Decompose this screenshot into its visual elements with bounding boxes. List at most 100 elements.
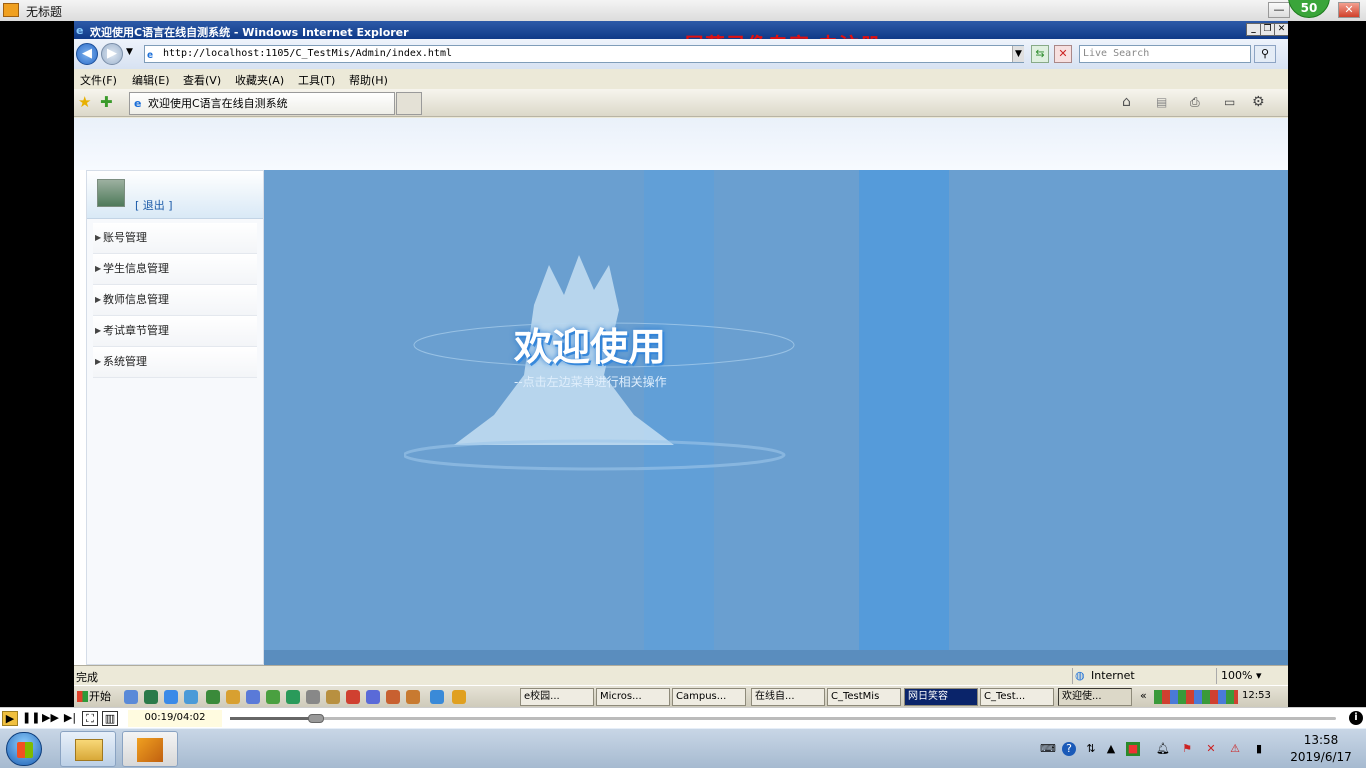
network-error-icon[interactable]: ⚠ (1228, 742, 1242, 756)
add-favorite-icon[interactable]: ✚ (100, 93, 113, 111)
forward-button[interactable]: ▶ (101, 43, 123, 65)
feeds-icon[interactable]: ▤ (1156, 95, 1167, 109)
quicklaunch-icon[interactable] (452, 690, 466, 704)
inner-start-label: 开始 (89, 690, 111, 703)
web-page: [ 退出 ] ▶ 账号管理 ▶ 学生信息管理 ▶ 教师信息管理 ▶ 考试章节管理 ▶ 系统… (74, 118, 1288, 665)
print-icon[interactable]: ⎙ (1190, 95, 1200, 110)
explorer-taskbar-button[interactable] (60, 731, 116, 767)
volume-muted-icon[interactable]: ✕ (1204, 742, 1218, 756)
ie-minimize-button[interactable]: _ (1246, 23, 1261, 36)
sidebar-item-accounts[interactable]: ▶ 账号管理 (93, 223, 257, 254)
ie-close-button[interactable]: ✕ (1274, 23, 1288, 36)
arrow-right-icon: ▶ (95, 357, 102, 366)
player-minimize-button[interactable]: — (1268, 2, 1290, 18)
quicklaunch-icon[interactable] (406, 690, 420, 704)
inner-task-button[interactable]: 在线自... (751, 688, 825, 706)
home-icon[interactable]: ⌂ (1122, 94, 1131, 110)
tab-label: 欢迎使用C语言在线自测系统 (148, 97, 288, 110)
sidebar-item-chapters[interactable]: ▶ 考试章节管理 (93, 316, 257, 347)
inner-task-button[interactable]: C_TestMis (827, 688, 901, 706)
play-icon[interactable]: ▶ (2, 711, 18, 726)
action-center-icon[interactable]: ⚑ (1180, 742, 1194, 756)
tray-expand-icon[interactable]: « (1140, 689, 1147, 702)
notification-icon[interactable]: 🔔︎ (1156, 742, 1170, 756)
keyboard-icon[interactable]: ⌨ (1040, 742, 1056, 756)
quicklaunch-icon[interactable] (306, 690, 320, 704)
quicklaunch-icon[interactable] (144, 690, 158, 704)
quicklaunch-icon[interactable] (266, 690, 280, 704)
quicklaunch-icon[interactable] (206, 690, 220, 704)
sidebar-item-system[interactable]: ▶ 系统管理 (93, 347, 257, 378)
player-controls: ▶ ❚❚ ▶▶ ▶| ⛶ ▥ 00:19/04:02 i (0, 707, 1366, 728)
address-dropdown-icon[interactable]: ▼ (1012, 46, 1024, 62)
ie-restore-button[interactable]: ❐ (1260, 23, 1275, 36)
history-dropdown-icon[interactable]: ▼ (126, 47, 133, 57)
favorites-star-icon[interactable]: ★ (78, 93, 91, 111)
language-icon[interactable]: ⇅ (1084, 742, 1098, 756)
menu-help[interactable]: 帮助(H) (349, 72, 388, 88)
inner-start-button[interactable]: 开始 (75, 688, 117, 706)
signal-icon[interactable]: ▮ (1252, 742, 1266, 756)
inner-task-button[interactable]: C_Test... (980, 688, 1054, 706)
quicklaunch-icon[interactable] (286, 690, 300, 704)
quicklaunch-icon[interactable] (124, 690, 138, 704)
help-icon[interactable]: ? (1062, 742, 1076, 756)
quicklaunch-icon[interactable] (184, 690, 198, 704)
browser-tab[interactable]: e 欢迎使用C语言在线自测系统 (129, 92, 395, 115)
fast-forward-icon[interactable]: ▶▶ (42, 711, 59, 726)
quicklaunch-icon[interactable] (164, 690, 178, 704)
sidebar-item-teachers[interactable]: ▶ 教师信息管理 (93, 285, 257, 316)
new-tab-button[interactable] (396, 92, 422, 115)
show-hidden-icons[interactable]: ▲ (1104, 742, 1118, 756)
tools-gear-icon[interactable]: ⚙ (1252, 94, 1265, 110)
quicklaunch-icon[interactable] (246, 690, 260, 704)
menu-tools[interactable]: 工具(T) (298, 72, 335, 88)
search-icon[interactable]: ⚲ (1254, 45, 1276, 63)
sidebar-item-students[interactable]: ▶ 学生信息管理 (93, 254, 257, 285)
start-button[interactable] (6, 732, 42, 766)
seek-progress (230, 717, 317, 720)
seek-bar[interactable] (230, 714, 1336, 723)
inner-task-button[interactable]: e校园... (520, 688, 594, 706)
inner-task-button[interactable]: Campus... (672, 688, 746, 706)
player-close-button[interactable]: ✕ (1338, 2, 1360, 18)
menu-file[interactable]: 文件(F) (80, 72, 117, 88)
live-search-input[interactable]: Live Search (1079, 45, 1251, 63)
menu-view[interactable]: 查看(V) (183, 72, 221, 88)
stop-icon[interactable]: ✕ (1054, 45, 1072, 63)
arrow-right-icon: ▶ (95, 264, 102, 273)
menu-edit[interactable]: 编辑(E) (132, 72, 170, 88)
menu-favorites[interactable]: 收藏夹(A) (235, 72, 284, 88)
inner-task-button-active[interactable]: 欢迎使... (1058, 688, 1132, 706)
inner-task-button[interactable]: Micros... (596, 688, 670, 706)
page-header (74, 118, 1288, 170)
step-forward-icon[interactable]: ▶| (62, 711, 78, 726)
quicklaunch-icon[interactable] (366, 690, 380, 704)
quicklaunch-icon[interactable] (346, 690, 360, 704)
refresh-icon[interactable]: ⇆ (1031, 45, 1049, 63)
folder-icon (75, 739, 103, 761)
quicklaunch-icon[interactable] (226, 690, 240, 704)
address-input[interactable]: e http://localhost:1105/C_TestMis/Admin/… (144, 45, 1024, 63)
page-menu-icon[interactable]: ▭ (1224, 95, 1235, 109)
quicklaunch-icon[interactable] (326, 690, 340, 704)
system-clock[interactable]: 13:58 2019/6/17 (1280, 732, 1362, 766)
fullscreen-icon[interactable]: ⛶ (82, 711, 98, 726)
panel-footer-band (264, 650, 1288, 665)
window-mode-icon[interactable]: ▥ (102, 711, 118, 726)
quicklaunch-icon[interactable] (430, 690, 444, 704)
recorder-taskbar-button[interactable] (122, 731, 178, 767)
seek-handle[interactable] (308, 714, 325, 723)
back-button[interactable]: ◀ (76, 43, 98, 65)
favorites-bar: ★ ✚ e 欢迎使用C语言在线自测系统 ⌂ ▤ ⎙ ▭ ⚙ (74, 89, 1288, 117)
quicklaunch-icon[interactable] (386, 690, 400, 704)
zoom-control[interactable]: 100% ▾ (1216, 668, 1276, 684)
inner-task-button[interactable]: 网日笑容 (904, 688, 978, 706)
pause-icon[interactable]: ❚❚ (22, 711, 40, 726)
ie-window: e 欢迎使用C语言在线自测系统 - Windows Internet Explo… (74, 21, 1288, 707)
info-icon[interactable]: i (1349, 711, 1363, 725)
address-row: ◀ ▶ ▼ e http://localhost:1105/C_TestMis/… (74, 39, 1288, 69)
security-tray-icon[interactable]: ■ (1126, 742, 1140, 756)
logout-link[interactable]: [ 退出 ] (135, 197, 173, 213)
arrow-right-icon: ▶ (95, 326, 102, 335)
